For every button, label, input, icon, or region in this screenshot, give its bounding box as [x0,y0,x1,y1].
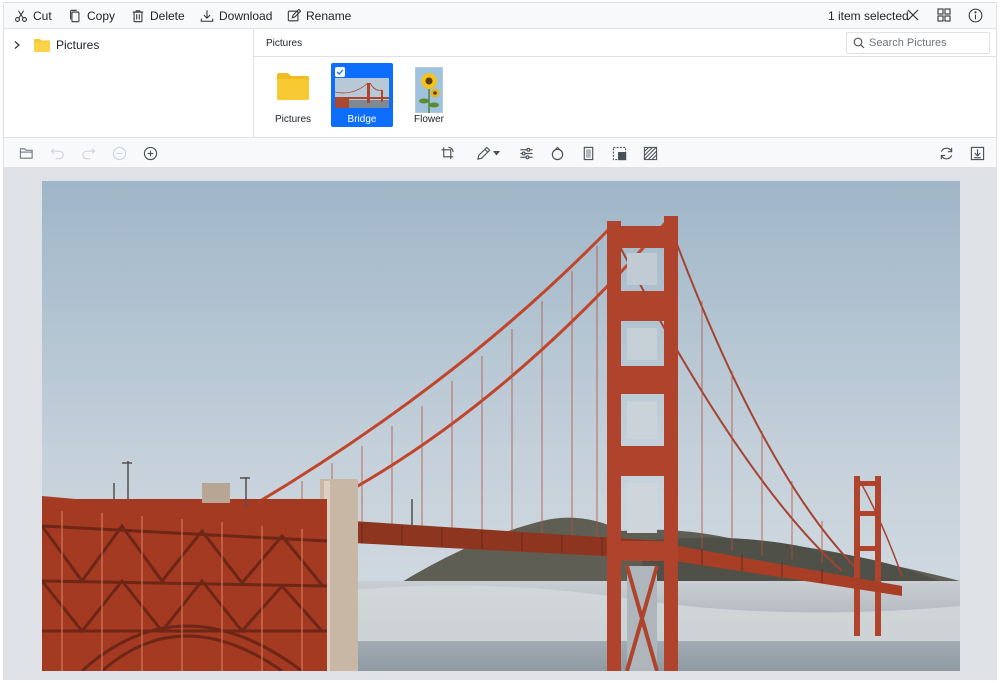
open-image-button[interactable] [18,145,34,161]
undo-icon [50,147,64,159]
rename-icon [287,9,301,22]
zoom-out-button[interactable] [111,145,127,161]
breadcrumb[interactable]: Pictures [266,38,302,49]
image-canvas[interactable] [4,168,996,679]
file-manager: Cut Copy Delete Download Rename 1 item s… [3,2,997,680]
folder-icon [277,73,309,100]
search-icon [853,37,865,49]
zoom-in-icon [143,146,157,160]
search-box[interactable] [846,32,990,54]
cut-button[interactable]: Cut [14,6,52,26]
file-item-flower[interactable]: Flower [398,63,460,127]
selection-status: 1 item selected [828,6,909,26]
grid-view-icon [937,8,951,22]
caret-down-icon [493,150,500,155]
rename-label: Rename [306,9,352,23]
chevron-right-icon[interactable] [12,40,22,50]
copy-label: Copy [87,9,116,23]
save-image-button[interactable] [969,145,985,161]
redact-button[interactable] [642,145,658,161]
file-item-name: Pictures [274,114,312,125]
file-item-bridge[interactable]: Bridge [331,63,393,127]
nav-item-label: Pictures [56,38,100,52]
image-editor-toolbar [4,137,996,168]
navigation-pane: Pictures [4,29,254,137]
download-icon [200,10,214,22]
bridge-photo[interactable] [42,181,960,671]
resize-icon [612,146,626,160]
pencil-icon [477,146,491,160]
bridge-thumbnail [335,78,389,108]
copy-button[interactable]: Copy [68,6,115,26]
file-toolbar: Cut Copy Delete Download Rename 1 item s… [4,3,996,29]
resize-button[interactable] [611,145,627,161]
download-label: Download [219,9,273,23]
cut-label: Cut [33,9,52,23]
filter-button[interactable] [549,145,565,161]
file-item-name: Flower [413,114,444,125]
clear-selection-button[interactable] [905,7,921,23]
zoom-out-icon [112,146,126,160]
copy-icon [70,9,80,23]
adjust-button[interactable] [518,145,534,161]
delete-button[interactable]: Delete [131,6,185,26]
content-pane: Pictures Pictures Bridge [254,29,996,137]
close-icon [907,9,919,21]
selection-status-text: 1 item selected [828,9,909,23]
rename-button[interactable]: Rename [287,6,351,26]
save-download-icon [970,146,984,160]
flower-thumbnail [415,67,443,113]
reset-icon [940,147,952,159]
scissors-icon [15,10,27,22]
frame-button[interactable] [580,145,596,161]
download-button[interactable]: Download [200,6,272,26]
redo-button[interactable] [80,145,96,161]
redo-icon [81,147,95,159]
filter-icon [551,146,563,160]
folder-icon [34,39,50,52]
reset-button[interactable] [938,145,954,161]
checkbox-checked-icon[interactable] [335,67,345,77]
sliders-icon [519,147,533,159]
search-input[interactable] [869,37,979,49]
frame-icon [583,146,593,160]
crop-transform-button[interactable] [439,145,455,161]
crop-rotate-icon [440,146,454,159]
details-button[interactable] [967,7,983,23]
trash-icon [132,10,144,23]
breadcrumb-bar: Pictures [254,29,996,57]
undo-button[interactable] [49,145,65,161]
file-item-name: Bridge [347,114,377,125]
annotate-dropdown-button[interactable] [475,145,501,161]
file-item-pictures-folder[interactable]: Pictures [262,63,324,127]
info-icon [968,8,982,22]
view-toggle-button[interactable] [936,7,952,23]
folder-open-icon [19,147,33,159]
zoom-in-button[interactable] [142,145,158,161]
nav-item-pictures[interactable]: Pictures [12,37,99,53]
redact-icon [643,146,657,160]
delete-label: Delete [150,9,185,23]
